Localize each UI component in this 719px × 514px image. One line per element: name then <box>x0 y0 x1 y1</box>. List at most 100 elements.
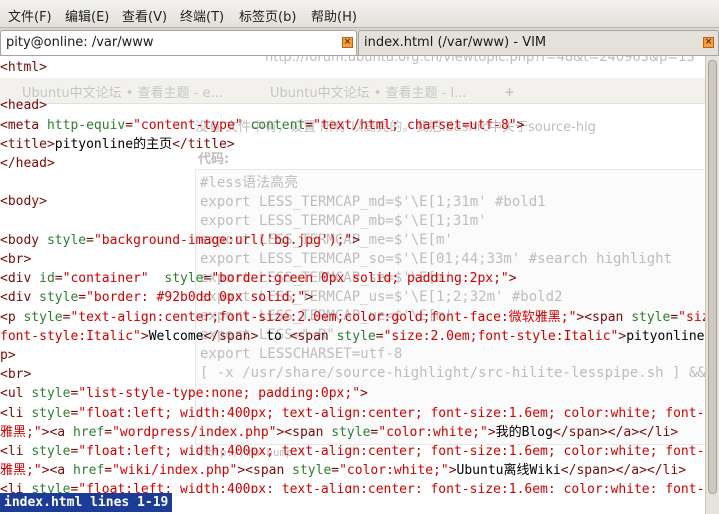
code-token: ><span <box>237 463 293 479</box>
code-line: <br> <box>0 365 31 384</box>
menu-tabs[interactable]: 标签页(b) <box>239 6 296 25</box>
code-token: font-style:Italic" <box>0 328 141 344</box>
menu-file[interactable]: 文件(F) <box>8 6 52 25</box>
code-token: ><span <box>576 309 632 325</box>
code-token: > <box>305 290 314 306</box>
code-token: pityonline的主页 <box>54 136 173 152</box>
terminal-tab-bar: pity@online: /var/www × index.html (/var… <box>0 28 719 56</box>
menu-bar: 文件(F) 编辑(E) 查看(V) 终端(T) 标签页(b) 帮助(H) <box>0 0 719 28</box>
code-token: Welcome <box>148 328 204 344</box>
terminal-tab-vim[interactable]: index.html (/var/www) - VIM × <box>358 30 719 55</box>
ghost-new-tab-icon: + <box>505 83 515 101</box>
code-line: font-style:Italic">Welcome</span> to <sp… <box>0 327 705 346</box>
code-line: <p style="text-align:center;font-size:2.… <box>0 308 705 327</box>
code-token: "content-type" <box>133 117 243 133</box>
code-token: > <box>516 117 525 133</box>
terminal-tab-shell[interactable]: pity@online: /var/www × <box>0 30 357 55</box>
code-token: > <box>487 424 496 440</box>
code-token: <br> <box>0 252 32 267</box>
code-token: <title> <box>0 136 55 152</box>
code-token: = <box>375 328 384 344</box>
ghost-code-line: export LESSCHARSET=utf-8 <box>200 346 403 362</box>
code-token: <head> <box>0 98 47 114</box>
code-token: "size:2.0em;font-style:Italic" <box>383 328 619 344</box>
code-token: p> <box>0 348 16 363</box>
menu-terminal[interactable]: 终端(T) <box>180 6 224 25</box>
code-token: = <box>125 117 134 133</box>
code-token: = <box>104 424 113 440</box>
code-token: style <box>31 444 71 459</box>
code-token: <p <box>0 309 24 325</box>
menu-help[interactable]: 帮助(H) <box>311 6 357 25</box>
code-line: <li style="float:left; width:400px; text… <box>0 442 705 461</box>
tab-close-icon[interactable]: × <box>342 37 353 48</box>
menu-view[interactable]: 查看(V) <box>122 6 167 25</box>
code-token: <li <box>0 444 32 459</box>
tab-title: pity@online: /var/www <box>6 35 154 50</box>
code-token: "wordpress/index.php" <box>112 424 277 440</box>
code-token: "float:left; width:400px; text-align:cen… <box>78 444 705 459</box>
terminal-area[interactable]: http://forum.ubuntu.org.cn/viewtopic.php… <box>0 56 705 514</box>
ghost-code-line: export LESS_TERMCAP_mb=$'\E[1;31m' <box>200 213 487 229</box>
code-line: <ul style="list-style-type:none; padding… <box>0 384 368 403</box>
code-token: pityonline! <box>626 328 705 344</box>
code-line: <title>pityonline的主页</title> <box>0 135 235 154</box>
code-token: 我的Blog <box>495 424 553 440</box>
code-token: style <box>336 328 376 344</box>
code-token: "float:left; width:400px; text-align:cen… <box>78 405 705 421</box>
code-token: <body> <box>0 194 47 210</box>
code-token: = <box>104 463 113 479</box>
code-token: href <box>72 463 105 479</box>
code-token: content <box>250 117 306 133</box>
code-token: = <box>78 290 87 306</box>
code-token: 雅黑;" <box>0 463 42 479</box>
code-token: "color:white;" <box>378 424 488 440</box>
code-token: </span></a></li> <box>560 463 687 479</box>
code-token: to <box>258 328 290 344</box>
tab-title: index.html (/var/www) - VIM <box>364 35 547 50</box>
code-line: p> <box>0 346 16 365</box>
code-token: = <box>331 463 340 479</box>
code-token: 雅黑;" <box>0 424 42 440</box>
code-line: <meta http-equiv="content-type" content=… <box>0 116 524 135</box>
code-token: http-equiv <box>46 117 126 133</box>
code-token: <li <box>0 405 32 421</box>
code-token: </title> <box>172 136 235 152</box>
code-line: <head> <box>0 96 47 115</box>
code-token: <meta <box>0 117 47 133</box>
code-token: style <box>23 309 63 325</box>
code-line: 雅黑;"><a href="wiki/index.php"><span styl… <box>0 461 686 480</box>
code-token: <html> <box>0 60 47 75</box>
code-token: "list-style-type:none; padding:0px;" <box>78 386 361 402</box>
code-token: style <box>39 290 79 306</box>
code-token: > <box>140 328 149 344</box>
code-line: <li style="float:left; width:400px; text… <box>0 404 705 423</box>
code-token: ><a <box>41 463 73 479</box>
code-line: <body style="background-image:url('bg.jp… <box>0 231 360 250</box>
terminal-scrollbar[interactable] <box>705 56 719 514</box>
tab-close-icon[interactable]: × <box>703 37 714 48</box>
code-token: <br> <box>0 367 32 383</box>
code-line: <br> <box>0 250 31 269</box>
code-token: "text-align:center;font-size:2.0em;color… <box>70 309 577 325</box>
scrollbar-thumb[interactable] <box>708 60 717 494</box>
code-token: <span <box>289 328 337 344</box>
code-token: style <box>331 424 371 440</box>
ghost-code-line: export LESS_TERMCAP_md=$'\E[1;31m' #bold… <box>200 194 546 210</box>
ghost-browser-tab: Ubuntu中文论坛 • 查看主题 - e... <box>22 86 223 101</box>
code-token: <div <box>0 290 40 306</box>
code-line: <html> <box>0 58 47 77</box>
code-token: <ul <box>0 386 32 402</box>
ghost-code-line: [ -x /usr/share/source-highlight/src-hil… <box>200 365 705 381</box>
code-line: <div id="container" style="border:green … <box>0 269 517 288</box>
menu-edit[interactable]: 编辑(E) <box>65 6 109 25</box>
code-line: 雅黑;"><a href="wordpress/index.php"><span… <box>0 423 678 442</box>
code-token: "border:green 0px solid; padding:2px;" <box>211 271 509 287</box>
ghost-code-line: export LESS_TERMCAP_so=$'\E[01;44;33m' #… <box>200 251 673 267</box>
code-token: href <box>72 424 105 440</box>
code-line: <div style="border: #92b0dd 0px solid;"> <box>0 288 313 307</box>
ghost-url: http://forum.ubuntu.org.cn/viewtopic.php… <box>265 56 695 65</box>
code-token: style <box>31 386 71 402</box>
code-token: style <box>46 232 87 248</box>
